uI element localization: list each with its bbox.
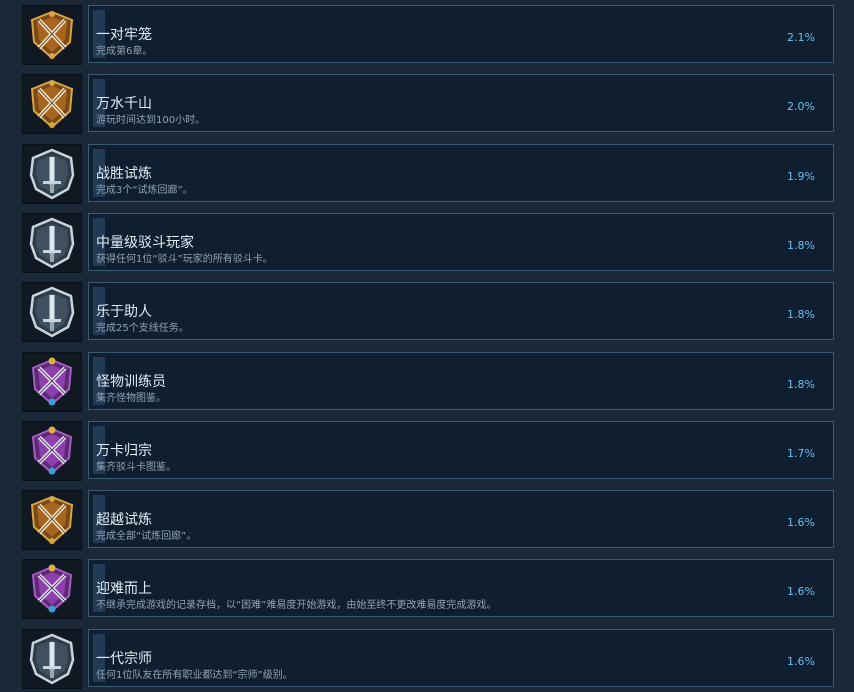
achievement-panel: 万水千山 游玩时间达到100小时。 2.0% <box>88 74 834 132</box>
achievement-panel: 中量级驳斗玩家 获得任何1位“驳斗”玩家的所有驳斗卡。 1.8% <box>88 213 834 271</box>
achievement-row: 乐于助人 完成25个支线任务。 1.8% <box>22 282 834 342</box>
achievement-row: 一代宗师 任何1位队友在所有职业都达到“宗师”级别。 1.6% <box>22 629 834 689</box>
silver-sword-emblem-icon <box>22 282 82 342</box>
achievement-panel: 超越试炼 完成全部“试炼回廊”。 1.6% <box>88 490 834 548</box>
achievement-unlock-percent: 2.1% <box>787 31 815 44</box>
achievement-description: 游玩时间达到100小时。 <box>96 115 206 126</box>
achievement-unlock-percent: 1.7% <box>787 447 815 460</box>
achievement-panel: 迎难而上 不继承完成游戏的记录存档，以“困难”难易度开始游戏，由始至终不更改难易… <box>88 559 834 617</box>
achievement-panel: 万卡归宗 集齐驳斗卡图鉴。 1.7% <box>88 421 834 479</box>
achievement-panel: 一对牢笼 完成第6章。 2.1% <box>88 5 834 63</box>
achievement-description: 完成全部“试炼回廊”。 <box>96 531 197 542</box>
achievement-unlock-percent: 1.9% <box>787 170 815 183</box>
achievement-panel: 怪物训练员 集齐怪物图鉴。 1.8% <box>88 352 834 410</box>
achievement-panel: 乐于助人 完成25个支线任务。 1.8% <box>88 282 834 340</box>
achievement-panel: 一代宗师 任何1位队友在所有职业都达到“宗师”级别。 1.6% <box>88 629 834 687</box>
achievement-title: 一代宗师 <box>96 651 152 667</box>
achievement-description: 不继承完成游戏的记录存档，以“困难”难易度开始游戏，由始至终不更改难易度完成游戏… <box>96 600 497 611</box>
achievement-unlock-percent: 1.8% <box>787 308 815 321</box>
achievement-title: 一对牢笼 <box>96 27 152 43</box>
gold-crossed-swords-emblem-icon <box>22 490 82 550</box>
achievement-description: 集齐怪物图鉴。 <box>96 393 166 404</box>
gold-crossed-swords-emblem-icon <box>22 5 82 65</box>
achievement-row: 战胜试炼 完成3个“试炼回廊”。 1.9% <box>22 144 834 204</box>
achievement-description: 完成25个支线任务。 <box>96 323 189 334</box>
achievement-title: 迎难而上 <box>96 581 152 597</box>
achievement-row: 一对牢笼 完成第6章。 2.1% <box>22 5 834 65</box>
achievement-row: 万卡归宗 集齐驳斗卡图鉴。 1.7% <box>22 421 834 481</box>
silver-sword-emblem-icon <box>22 144 82 204</box>
achievement-description: 集齐驳斗卡图鉴。 <box>96 462 176 473</box>
achievement-description: 完成第6章。 <box>96 46 153 57</box>
achievement-title: 中量级驳斗玩家 <box>96 235 194 251</box>
achievement-title: 乐于助人 <box>96 304 152 320</box>
achievement-title: 战胜试炼 <box>96 166 152 182</box>
achievement-title: 万水千山 <box>96 96 152 112</box>
achievement-list: 一对牢笼 完成第6章。 2.1% 万水千山 游玩时间达到100小时。 2.0% <box>0 0 854 692</box>
achievement-unlock-percent: 1.8% <box>787 239 815 252</box>
achievement-title: 怪物训练员 <box>96 374 166 390</box>
achievement-panel: 战胜试炼 完成3个“试炼回廊”。 1.9% <box>88 144 834 202</box>
achievement-row: 超越试炼 完成全部“试炼回廊”。 1.6% <box>22 490 834 550</box>
purple-crossed-swords-emblem-icon <box>22 559 82 619</box>
achievement-unlock-percent: 1.8% <box>787 378 815 391</box>
purple-crossed-swords-emblem-icon <box>22 352 82 412</box>
achievement-row: 迎难而上 不继承完成游戏的记录存档，以“困难”难易度开始游戏，由始至终不更改难易… <box>22 559 834 619</box>
achievement-title: 超越试炼 <box>96 512 152 528</box>
gold-crossed-swords-emblem-icon <box>22 74 82 134</box>
achievement-unlock-percent: 1.6% <box>787 585 815 598</box>
silver-sword-emblem-icon <box>22 213 82 273</box>
achievement-description: 任何1位队友在所有职业都达到“宗师”级别。 <box>96 670 293 681</box>
achievement-row: 怪物训练员 集齐怪物图鉴。 1.8% <box>22 352 834 412</box>
achievement-row: 中量级驳斗玩家 获得任何1位“驳斗”玩家的所有驳斗卡。 1.8% <box>22 213 834 273</box>
achievement-description: 完成3个“试炼回廊”。 <box>96 185 193 196</box>
achievement-unlock-percent: 1.6% <box>787 516 815 529</box>
achievement-title: 万卡归宗 <box>96 443 152 459</box>
silver-sword-emblem-icon <box>22 629 82 689</box>
achievement-unlock-percent: 2.0% <box>787 100 815 113</box>
purple-crossed-swords-emblem-icon <box>22 421 82 481</box>
achievement-unlock-percent: 1.6% <box>787 655 815 668</box>
achievement-row: 万水千山 游玩时间达到100小时。 2.0% <box>22 74 834 134</box>
achievement-description: 获得任何1位“驳斗”玩家的所有驳斗卡。 <box>96 254 273 265</box>
